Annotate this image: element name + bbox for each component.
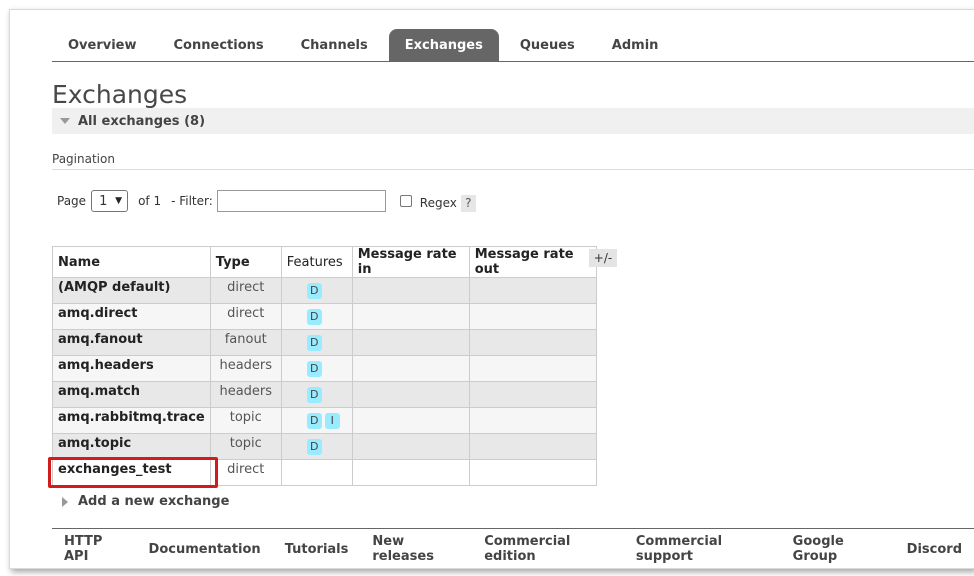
chevron-down-icon: ▼ [115, 196, 123, 206]
table-row[interactable]: amq.headers headers D [52, 355, 597, 382]
exchange-type: direct [209, 303, 282, 330]
rate-in-cell [351, 433, 470, 460]
table-row[interactable]: amq.rabbitmq.trace topic DI [52, 407, 597, 434]
exchanges-table: Name Type Features Message rate in Messa… [52, 246, 597, 486]
footer-link-http-api[interactable]: HTTP API [52, 534, 137, 564]
collapse-triangle-icon [60, 118, 70, 124]
column-header-rate-in: Message rate in [351, 246, 470, 278]
footer-link-discord[interactable]: Discord [895, 542, 974, 557]
durable-badge: D [306, 412, 322, 429]
exchange-type: topic [209, 407, 282, 434]
regex-help-button[interactable]: ? [460, 194, 476, 212]
rate-out-cell [468, 355, 597, 382]
exchange-name-link[interactable]: (AMQP default) [52, 277, 211, 304]
filter-label: - Filter: [171, 194, 213, 208]
internal-badge: I [324, 412, 340, 429]
exchange-features: D [280, 381, 353, 408]
section-title: All exchanges (8) [78, 113, 206, 129]
table-row[interactable]: (AMQP default) direct D [52, 277, 597, 304]
tab-admin[interactable]: Admin [596, 29, 675, 61]
column-header-rate-out: Message rate out [468, 246, 597, 278]
column-header-features: Features [280, 246, 353, 278]
rate-out-cell [468, 459, 597, 486]
footer-link-documentation[interactable]: Documentation [137, 542, 273, 557]
footer-links: HTTP API Documentation Tutorials New rel… [52, 528, 974, 568]
page-title: Exchanges [52, 80, 188, 109]
exchange-type: direct [209, 277, 282, 304]
durable-badge: D [306, 282, 322, 299]
rate-in-cell [351, 459, 470, 486]
rate-out-cell [468, 433, 597, 460]
rate-in-cell [351, 329, 470, 356]
exchange-name-link[interactable]: amq.topic [52, 433, 211, 460]
exchange-name-link[interactable]: amq.headers [52, 355, 211, 382]
exchange-name-link[interactable]: amq.direct [52, 303, 211, 330]
tab-connections[interactable]: Connections [158, 29, 280, 61]
exchange-type: headers [209, 381, 282, 408]
add-exchange-toggle[interactable]: Add a new exchange [62, 494, 229, 509]
footer-link-commercial-support[interactable]: Commercial support [624, 534, 781, 564]
pagination-label: Pagination [52, 152, 115, 166]
table-row[interactable]: amq.direct direct D [52, 303, 597, 330]
browser-viewport: Overview Connections Channels Exchanges … [9, 9, 974, 569]
table-row[interactable]: amq.topic topic D [52, 433, 597, 460]
page-select[interactable]: 1 ▼ [91, 190, 129, 212]
page-select-value: 1 [99, 193, 108, 209]
main-nav: Overview Connections Channels Exchanges … [52, 29, 974, 62]
exchange-features: D [280, 329, 353, 356]
add-exchange-label: Add a new exchange [78, 494, 230, 509]
exchange-name-link[interactable]: amq.rabbitmq.trace [52, 407, 211, 434]
table-row[interactable]: amq.fanout fanout D [52, 329, 597, 356]
column-toggle-button[interactable]: +/- [589, 249, 617, 267]
column-header-name[interactable]: Name [52, 246, 211, 278]
exchange-features: D [280, 433, 353, 460]
annotation-highlight-box [48, 457, 218, 488]
rate-out-cell [468, 381, 597, 408]
page-label: Page [57, 194, 87, 208]
exchange-features: D [280, 277, 353, 304]
footer-link-google-group[interactable]: Google Group [781, 534, 895, 564]
durable-badge: D [306, 360, 322, 377]
tab-channels[interactable]: Channels [285, 29, 384, 61]
rate-out-cell [468, 329, 597, 356]
footer-link-commercial-edition[interactable]: Commercial edition [472, 534, 624, 564]
rate-in-cell [351, 303, 470, 330]
pagination-divider [52, 169, 974, 170]
exchange-type: headers [209, 355, 282, 382]
all-exchanges-toggle[interactable]: All exchanges (8) [52, 108, 974, 134]
exchange-features: D [280, 303, 353, 330]
durable-badge: D [306, 438, 322, 455]
rate-in-cell [351, 381, 470, 408]
exchange-features: D [280, 355, 353, 382]
rate-in-cell [351, 277, 470, 304]
tab-exchanges[interactable]: Exchanges [388, 29, 499, 61]
tab-overview[interactable]: Overview [52, 29, 153, 61]
rate-out-cell [468, 407, 597, 434]
rate-in-cell [351, 355, 470, 382]
exchange-name-link[interactable]: amq.fanout [52, 329, 211, 356]
regex-checkbox[interactable] [399, 195, 412, 207]
durable-badge: D [306, 334, 322, 351]
exchange-type: fanout [209, 329, 282, 356]
expand-triangle-icon [62, 496, 68, 507]
column-header-type[interactable]: Type [209, 246, 282, 278]
exchange-name-link[interactable]: amq.match [52, 381, 211, 408]
table-row[interactable]: amq.match headers D [52, 381, 597, 408]
page-count-label: of 1 [138, 194, 162, 208]
rate-in-cell [351, 407, 470, 434]
rate-out-cell [468, 303, 597, 330]
durable-badge: D [306, 386, 322, 403]
footer-link-new-releases[interactable]: New releases [360, 534, 472, 564]
filter-input[interactable] [216, 190, 386, 212]
rate-out-cell [468, 277, 597, 304]
exchange-features [280, 459, 353, 486]
exchange-type: direct [209, 459, 282, 486]
footer-link-tutorials[interactable]: Tutorials [273, 542, 361, 557]
pagination-controls: Page 1 ▼ of 1 - Filter: Regex ? [57, 189, 476, 213]
regex-label: Regex [419, 196, 457, 210]
durable-badge: D [306, 308, 322, 325]
tab-queues[interactable]: Queues [504, 29, 591, 61]
exchange-type: topic [209, 433, 282, 460]
exchange-features: DI [280, 407, 353, 434]
